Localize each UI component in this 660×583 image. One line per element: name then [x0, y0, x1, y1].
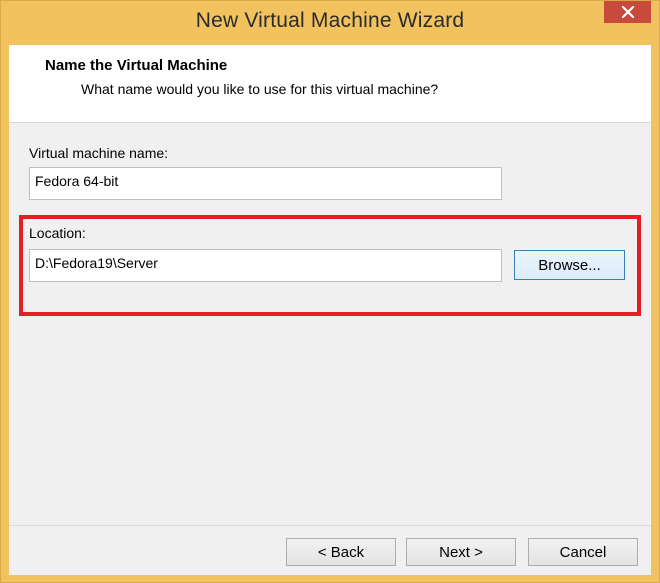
- wizard-window: New Virtual Machine Wizard Name the Virt…: [0, 0, 660, 583]
- close-icon: [621, 5, 634, 19]
- next-button[interactable]: Next >: [406, 538, 516, 566]
- location-input[interactable]: D:\Fedora19\Server: [29, 249, 502, 282]
- cancel-button[interactable]: Cancel: [528, 538, 638, 566]
- location-label: Location:: [29, 225, 86, 241]
- footer-separator: [9, 525, 651, 526]
- header-subtitle: What name would you like to use for this…: [81, 81, 439, 97]
- title-bar[interactable]: New Virtual Machine Wizard: [1, 1, 659, 45]
- wizard-header: Name the Virtual Machine What name would…: [9, 45, 651, 123]
- vm-name-label: Virtual machine name:: [29, 145, 169, 161]
- header-title: Name the Virtual Machine: [45, 57, 228, 74]
- dialog-body: Name the Virtual Machine What name would…: [9, 45, 651, 575]
- close-button[interactable]: [604, 1, 651, 23]
- window-title: New Virtual Machine Wizard: [195, 9, 465, 32]
- back-button[interactable]: < Back: [286, 538, 396, 566]
- vm-name-input[interactable]: Fedora 64-bit: [29, 167, 502, 200]
- browse-button[interactable]: Browse...: [514, 250, 625, 280]
